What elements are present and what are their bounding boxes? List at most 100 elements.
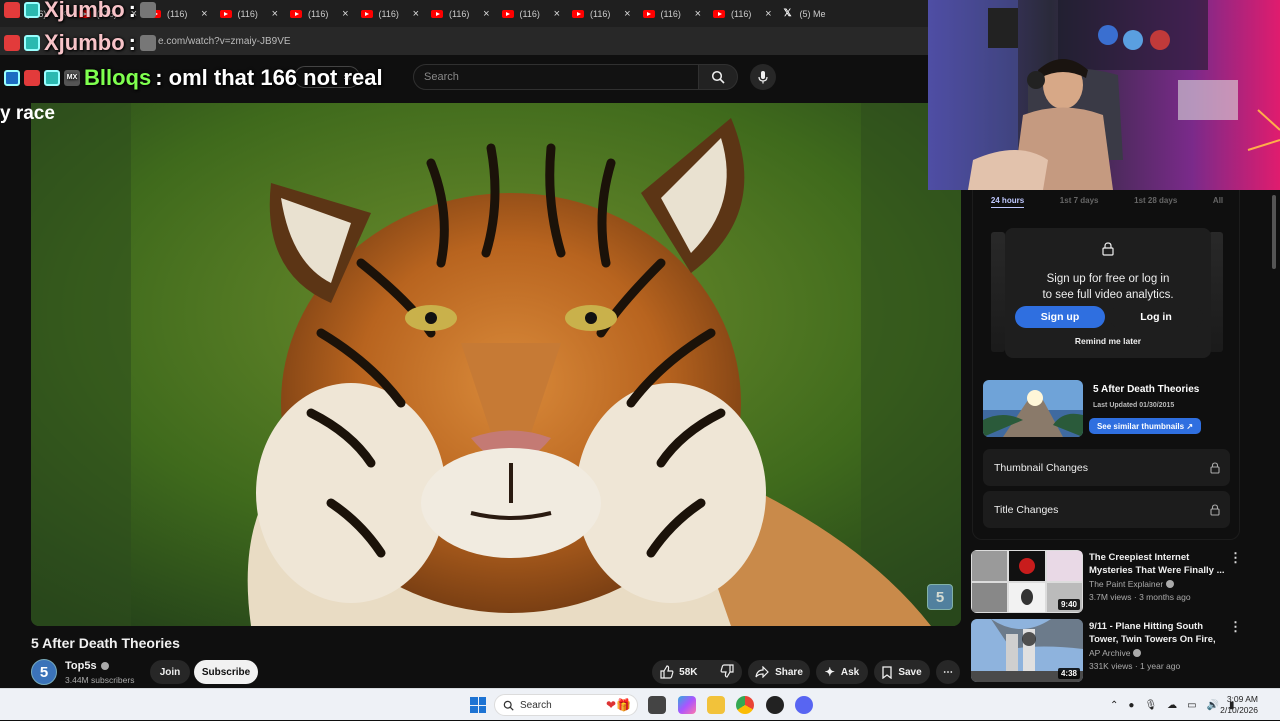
chrome-icon[interactable] bbox=[736, 696, 754, 714]
browser-tab[interactable]: (116)× bbox=[564, 0, 635, 27]
like-button[interactable]: 58K bbox=[660, 665, 698, 679]
ask-button[interactable]: ✦ Ask bbox=[816, 660, 868, 684]
dislike-button[interactable] bbox=[720, 663, 734, 681]
chat-username: Xjumbo bbox=[44, 0, 125, 22]
recommended-channel[interactable]: The Paint Explainer bbox=[1089, 579, 1175, 589]
taskbar-clock[interactable]: 3:09 AM 2/10/2026 bbox=[1212, 694, 1258, 716]
see-similar-thumbnails-button[interactable]: See similar thumbnails ↗ bbox=[1089, 418, 1201, 434]
verified-icon bbox=[100, 662, 109, 670]
youtube-icon bbox=[501, 9, 514, 18]
windows-start-icon[interactable] bbox=[470, 697, 486, 713]
close-icon[interactable]: × bbox=[624, 8, 630, 20]
sidebar-scrollbar[interactable] bbox=[1272, 195, 1276, 269]
recommended-video[interactable]: 9:40 The Creepiest Internet Mysteries Th… bbox=[971, 550, 1251, 614]
search-button[interactable] bbox=[698, 64, 738, 90]
channel-name[interactable]: Top5s bbox=[65, 660, 109, 672]
onedrive-icon[interactable]: ☁ bbox=[1167, 700, 1177, 711]
microphone-icon bbox=[758, 71, 768, 84]
subscriber-badge-icon bbox=[24, 70, 40, 86]
chat-message-2: Xjumbo : bbox=[4, 30, 156, 56]
thumbnail-video-title: 5 After Death Theories bbox=[1093, 384, 1200, 395]
thumbs-up-icon bbox=[660, 665, 674, 679]
close-icon[interactable]: × bbox=[695, 8, 701, 20]
channel-watermark[interactable]: 5 bbox=[927, 584, 953, 610]
thumbnail-changes-row[interactable]: Thumbnail Changes bbox=[983, 449, 1230, 486]
recommended-video-title[interactable]: 9/11 - Plane Hitting South Tower, Twin T… bbox=[1089, 620, 1225, 646]
obs-icon[interactable] bbox=[766, 696, 784, 714]
tray-app-icon[interactable]: ● bbox=[1128, 700, 1134, 711]
chat-message-1: Xjumbo : bbox=[4, 0, 156, 23]
video-player[interactable]: 5 bbox=[31, 103, 961, 626]
title-changes-row[interactable]: Title Changes bbox=[983, 491, 1230, 528]
channel-avatar[interactable]: 5 bbox=[31, 659, 57, 685]
remind-me-later-button[interactable]: Remind me later bbox=[1005, 336, 1211, 346]
tab-first-28-days[interactable]: 1st 28 days bbox=[1134, 196, 1177, 208]
browser-tab[interactable]: (116)× bbox=[494, 0, 565, 27]
tab-24-hours[interactable]: 24 hours bbox=[990, 196, 1025, 208]
recommended-video-thumbnail[interactable]: 9:40 bbox=[971, 550, 1083, 613]
tab-all[interactable]: All bbox=[1213, 196, 1223, 208]
discord-icon[interactable] bbox=[795, 696, 813, 714]
network-icon[interactable]: ▭ bbox=[1187, 700, 1196, 711]
video-thumbnail[interactable] bbox=[983, 380, 1083, 437]
windows-taskbar: Search ❤🎁 ⌃ ● 🎙 ☁ ▭ 🔊 ▮ 3:09 AM 2/10/202… bbox=[0, 688, 1280, 720]
browser-tab[interactable]: (116)× bbox=[353, 0, 424, 27]
chat-username: Blloqs bbox=[84, 65, 152, 90]
youtube-icon bbox=[290, 9, 302, 18]
share-button[interactable]: Share bbox=[748, 660, 810, 684]
recommended-video[interactable]: 4:38 9/11 - Plane Hitting South Tower, T… bbox=[971, 619, 1251, 683]
valentine-widget-icon: ❤🎁 bbox=[606, 698, 631, 712]
file-explorer-icon[interactable] bbox=[707, 696, 725, 714]
chat-overlay-partial-text: y race bbox=[0, 103, 55, 124]
close-icon[interactable]: × bbox=[201, 8, 207, 20]
verified-icon bbox=[1166, 580, 1175, 588]
sign-up-button[interactable]: Sign up bbox=[1015, 306, 1105, 328]
streamer-webcam-overlay bbox=[928, 0, 1280, 190]
tab-first-7-days[interactable]: 1st 7 days bbox=[1060, 196, 1099, 208]
video-title: 5 After Death Theories bbox=[31, 635, 180, 651]
subscribe-button[interactable]: Subscribe bbox=[194, 660, 258, 684]
voice-search-button[interactable] bbox=[750, 64, 776, 90]
close-icon[interactable]: × bbox=[483, 8, 489, 20]
bits-badge-icon bbox=[24, 2, 40, 18]
search-input[interactable]: Search bbox=[413, 64, 699, 90]
chat-text: : bbox=[128, 0, 136, 22]
log-in-button[interactable]: Log in bbox=[1109, 306, 1203, 328]
youtube-icon bbox=[219, 9, 232, 18]
close-icon[interactable]: × bbox=[272, 8, 278, 20]
search-icon bbox=[503, 700, 514, 711]
browser-tab[interactable]: (116)× bbox=[635, 0, 706, 27]
taskbar-search[interactable]: Search ❤🎁 bbox=[494, 694, 638, 716]
signup-prompt-card: Sign up for free or log in to see full v… bbox=[1005, 228, 1211, 358]
copilot-icon[interactable] bbox=[678, 696, 696, 714]
bookmark-icon bbox=[882, 665, 892, 679]
browser-tab[interactable]: (116)× bbox=[705, 0, 776, 27]
analytics-panel: 24 hours 1st 7 days 1st 28 days All Sign… bbox=[972, 190, 1240, 540]
sword-badge-icon bbox=[4, 70, 20, 86]
close-icon[interactable]: × bbox=[765, 8, 771, 20]
video-frame-tiger bbox=[31, 103, 961, 626]
bits-badge-icon bbox=[24, 35, 40, 51]
blurred-chart-right bbox=[1209, 232, 1223, 352]
browser-tab[interactable]: (116)× bbox=[423, 0, 494, 27]
recommended-video-title[interactable]: The Creepiest Internet Mysteries That We… bbox=[1089, 551, 1225, 577]
recommended-video-thumbnail[interactable]: 4:38 bbox=[971, 619, 1083, 682]
recommended-channel[interactable]: AP Archive bbox=[1089, 648, 1142, 658]
close-icon[interactable]: × bbox=[413, 8, 419, 20]
blurred-chart-left bbox=[991, 232, 1005, 352]
kebab-menu-icon[interactable]: ⋮ bbox=[1229, 550, 1242, 566]
browser-tab[interactable]: 𝕏 (5) Me bbox=[776, 0, 847, 27]
taskview-icon[interactable] bbox=[648, 696, 666, 714]
join-button[interactable]: Join bbox=[150, 660, 190, 684]
chevron-up-icon[interactable]: ⌃ bbox=[1110, 700, 1118, 711]
browser-tab[interactable]: (116)× bbox=[282, 0, 353, 27]
close-icon[interactable]: × bbox=[554, 8, 560, 20]
youtube-icon bbox=[360, 9, 373, 18]
microphone-icon[interactable]: 🎙 bbox=[1144, 700, 1157, 711]
save-button[interactable]: Save bbox=[874, 660, 930, 684]
close-icon[interactable]: × bbox=[342, 8, 348, 20]
kebab-menu-icon[interactable]: ⋮ bbox=[1229, 619, 1242, 635]
more-actions-button[interactable]: ⋯ bbox=[936, 660, 960, 684]
browser-tab[interactable]: (116)× bbox=[212, 0, 283, 27]
thumbnail-info-row: 5 After Death Theories Last Updated 01/3… bbox=[983, 380, 1233, 438]
